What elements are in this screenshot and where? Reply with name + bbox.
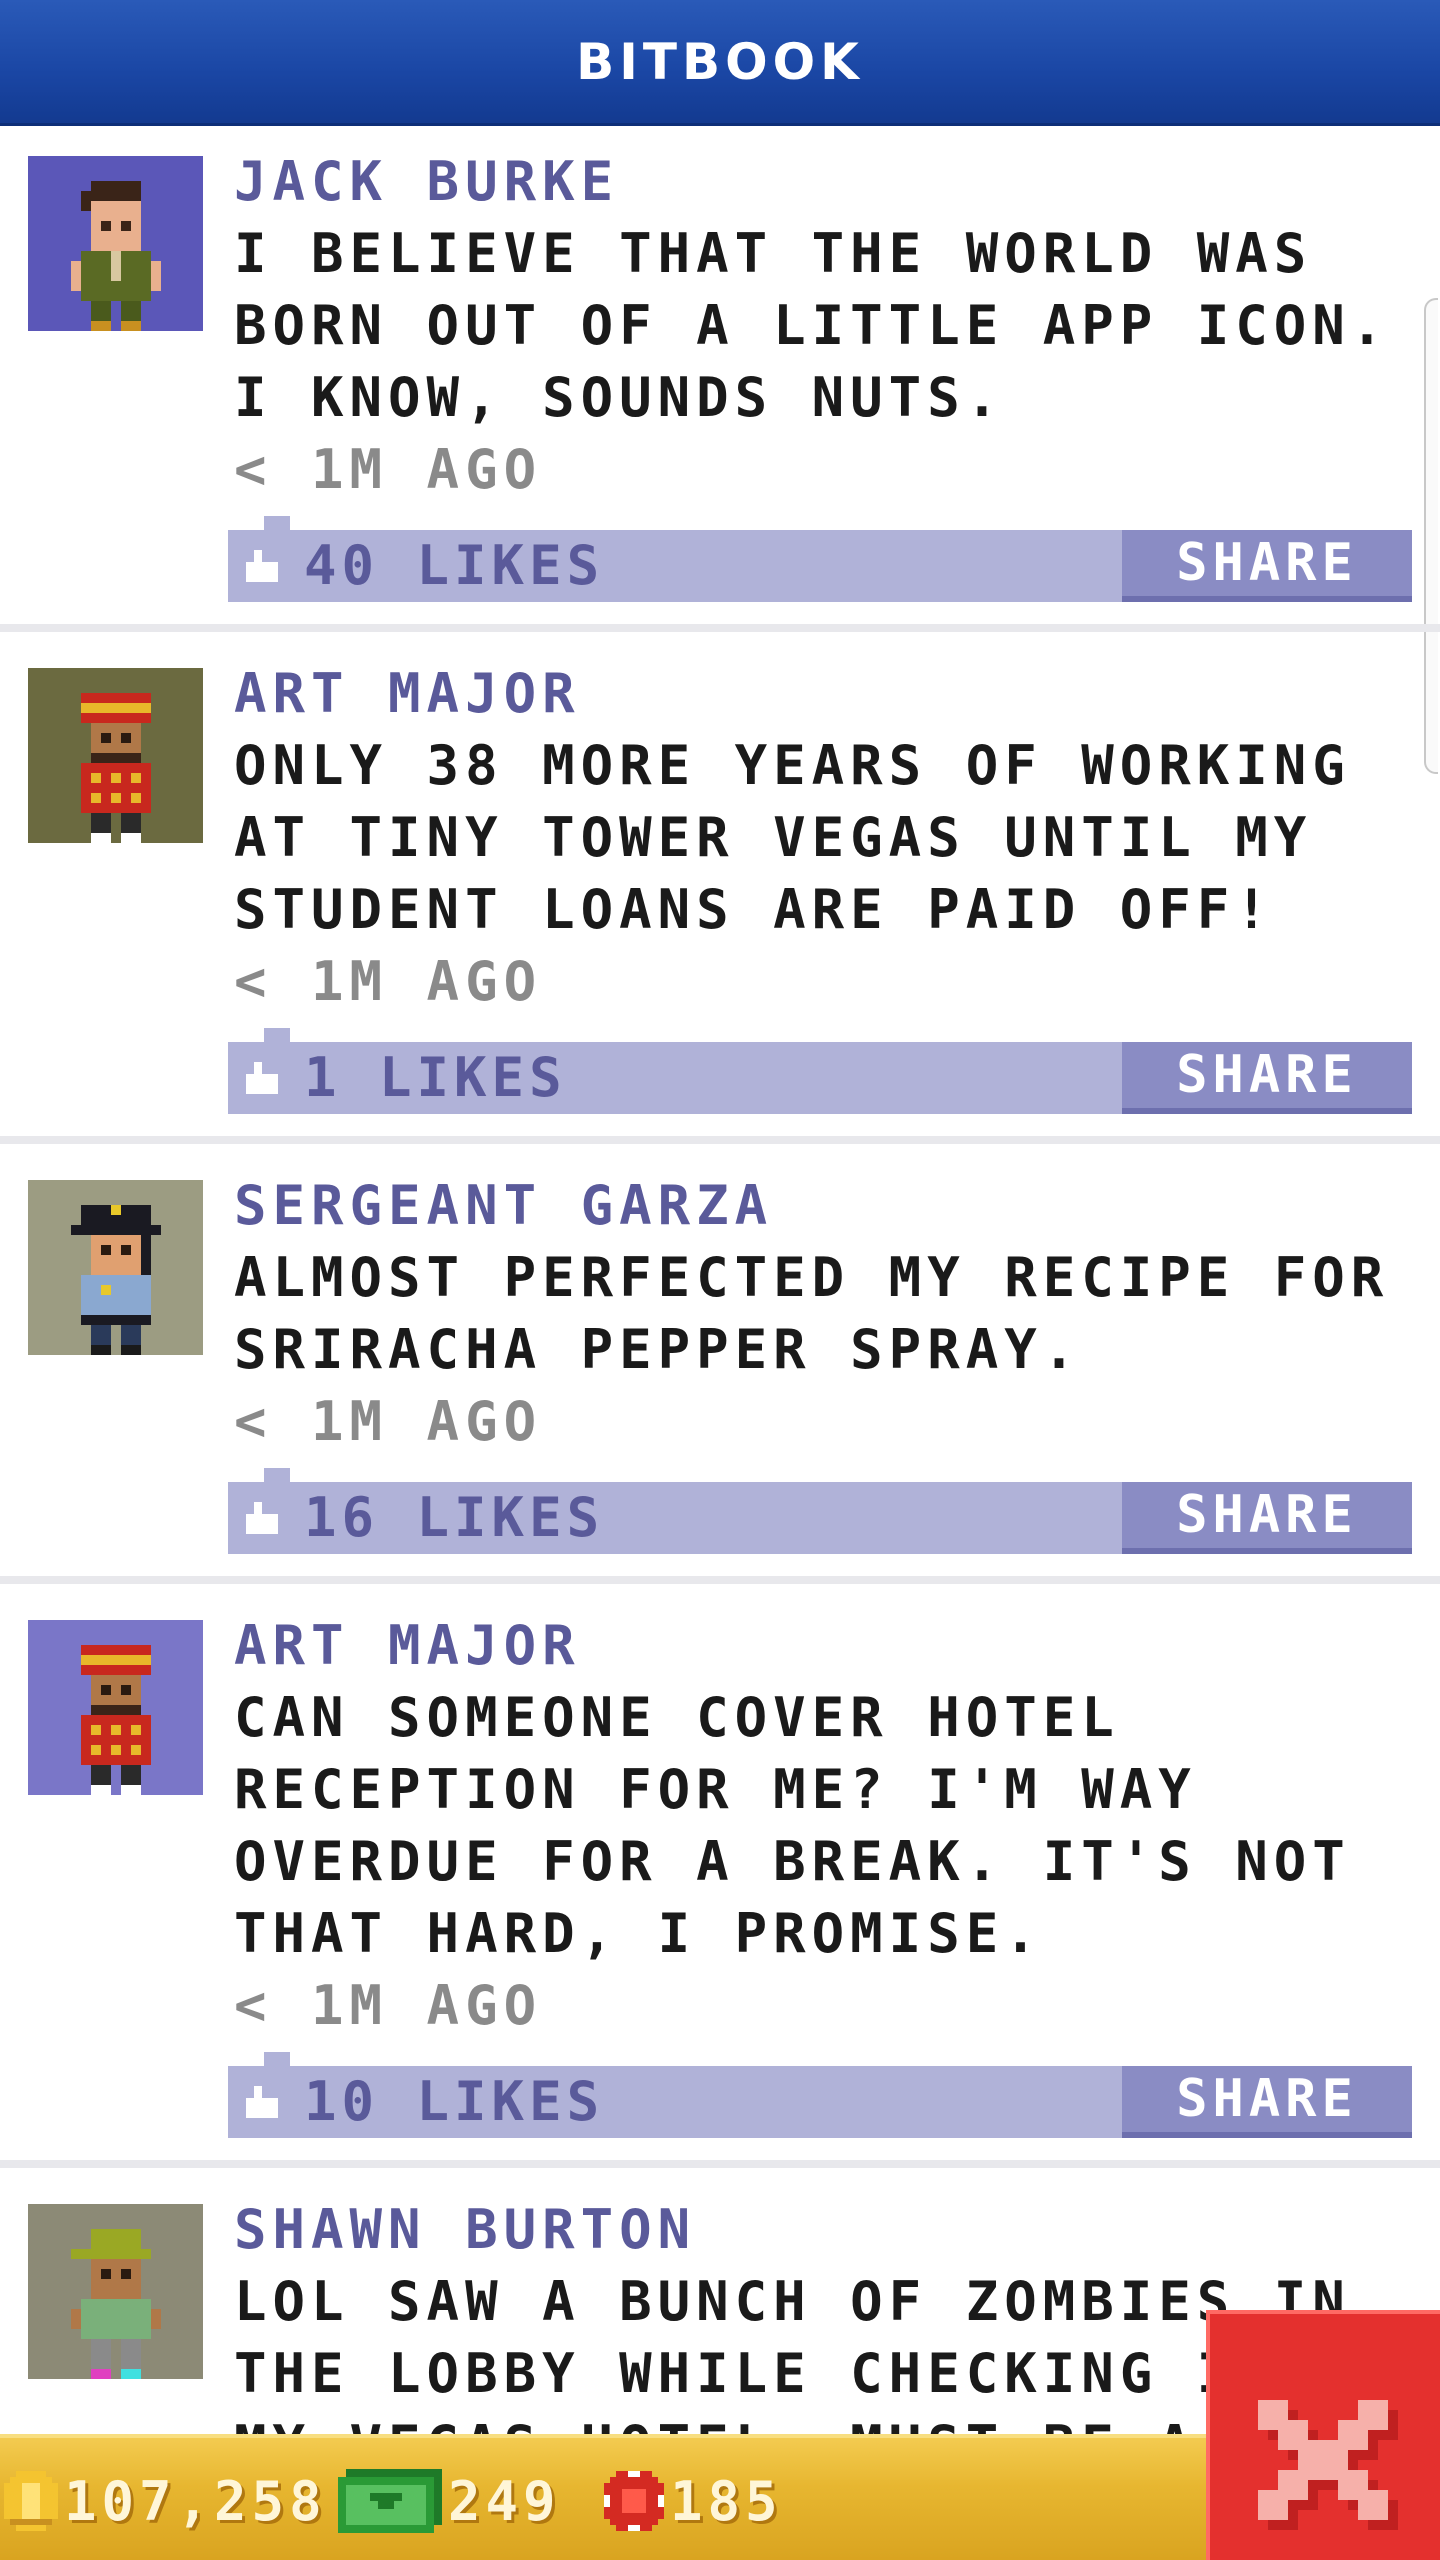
post-author[interactable]: ART MAJOR bbox=[234, 1610, 581, 1682]
avatar-sprite-icon bbox=[70, 181, 161, 331]
app-title: BITBOOK bbox=[576, 32, 864, 91]
coin-icon bbox=[4, 2471, 58, 2531]
post-divider bbox=[0, 2160, 1440, 2168]
tokens-value: 185 bbox=[670, 2469, 783, 2533]
coins-stat: 107,258 bbox=[4, 2456, 327, 2546]
post-author[interactable]: SHAWN BURTON bbox=[234, 2194, 696, 2266]
avatar-sprite-icon bbox=[80, 693, 151, 843]
post-time: < 1M AGO bbox=[234, 438, 543, 501]
like-bar: 1 LIKES SHARE bbox=[228, 1028, 1412, 1114]
like-bar: 16 LIKES SHARE bbox=[228, 1468, 1412, 1554]
post-message: ALMOST PERFECTED MY RECIPE FOR SRIRACHA … bbox=[234, 1246, 1390, 1381]
thumbs-up-icon[interactable] bbox=[242, 1501, 282, 1535]
bux-value: 249 bbox=[448, 2469, 561, 2533]
likes-count: 10 LIKES bbox=[304, 2070, 605, 2133]
close-icon bbox=[1258, 2400, 1398, 2530]
bellhop-avatar[interactable] bbox=[28, 1620, 203, 1795]
post-time: < 1M AGO bbox=[234, 1390, 543, 1453]
post-author[interactable]: ART MAJOR bbox=[234, 658, 581, 730]
post-author[interactable]: JACK BURKE bbox=[234, 146, 619, 218]
like-bar-tab bbox=[264, 1468, 290, 1484]
like-bar: 10 LIKES SHARE bbox=[228, 2052, 1412, 2138]
share-button[interactable]: SHARE bbox=[1122, 1482, 1412, 1554]
close-button[interactable] bbox=[1206, 2310, 1440, 2560]
bux-icon bbox=[338, 2469, 442, 2533]
avatar-sprite-icon bbox=[70, 2229, 161, 2379]
thumbs-up-icon[interactable] bbox=[242, 1061, 282, 1095]
like-bar-tab bbox=[264, 2052, 290, 2068]
thumbs-up-icon[interactable] bbox=[242, 549, 282, 583]
bux-stat: 249 bbox=[338, 2456, 561, 2546]
share-button[interactable]: SHARE bbox=[1122, 1042, 1412, 1114]
post-divider bbox=[0, 1576, 1440, 1584]
police-officer-avatar[interactable] bbox=[28, 1180, 203, 1355]
post-message: CAN SOMEONE COVER HOTEL RECEPTION FOR ME… bbox=[234, 1686, 1351, 1965]
green-cap-avatar[interactable] bbox=[28, 2204, 203, 2379]
thumbs-up-icon[interactable] bbox=[242, 2085, 282, 2119]
post-time: < 1M AGO bbox=[234, 1974, 543, 2037]
avatar-sprite-icon bbox=[70, 1205, 161, 1355]
man-green-suit-avatar[interactable] bbox=[28, 156, 203, 331]
avatar-sprite-icon bbox=[80, 1645, 151, 1795]
share-button[interactable]: SHARE bbox=[1122, 530, 1412, 602]
post-divider bbox=[0, 1136, 1440, 1144]
likes-count: 40 LIKES bbox=[304, 534, 605, 597]
share-button[interactable]: SHARE bbox=[1122, 2066, 1412, 2138]
tokens-stat: 185 bbox=[604, 2456, 783, 2546]
likes-count: 16 LIKES bbox=[304, 1486, 605, 1549]
post-time: < 1M AGO bbox=[234, 950, 543, 1013]
post-message: I BELIEVE THAT THE WORLD WAS BORN OUT OF… bbox=[234, 222, 1390, 429]
post-divider bbox=[0, 624, 1440, 632]
like-bar-tab bbox=[264, 516, 290, 532]
like-bar: 40 LIKES SHARE bbox=[228, 516, 1412, 602]
post-message: ONLY 38 MORE YEARS OF WORKING AT TINY TO… bbox=[234, 734, 1351, 941]
coins-value: 107,258 bbox=[64, 2469, 327, 2533]
post-author[interactable]: SERGEANT GARZA bbox=[234, 1170, 773, 1242]
bellhop-avatar[interactable] bbox=[28, 668, 203, 843]
app-header: BITBOOK bbox=[0, 0, 1440, 126]
like-bar-tab bbox=[264, 1028, 290, 1044]
likes-count: 1 LIKES bbox=[304, 1046, 567, 1109]
token-icon bbox=[604, 2471, 664, 2531]
scrollbar[interactable] bbox=[1424, 298, 1438, 774]
